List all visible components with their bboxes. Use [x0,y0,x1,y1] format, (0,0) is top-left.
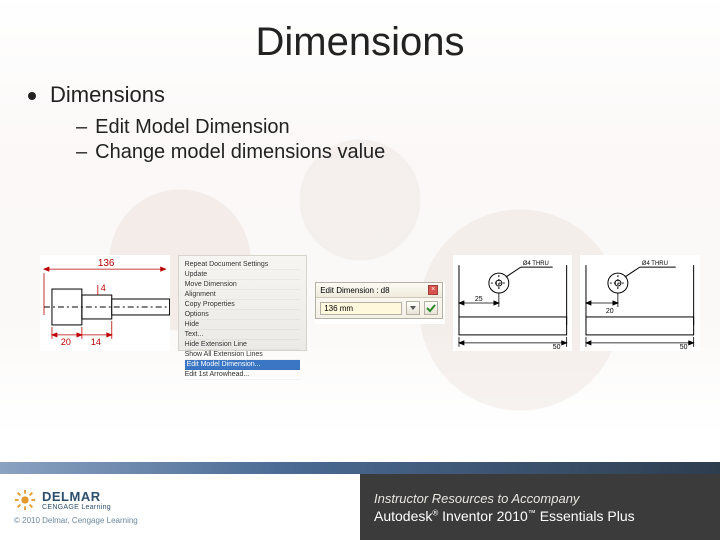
footer-right: Instructor Resources to Accompany Autode… [360,474,720,540]
dim-x-text: 20 [606,308,614,315]
reg-mark: ® [432,508,438,517]
dim-b2-text: 14 [91,337,101,347]
copyright-text: © 2010 Delmar, Cengage Learning [14,516,346,525]
figure-edit-dialog: Edit Dimension : d8 × [315,282,445,324]
footer-line2: Autodesk® Inventor 2010™ Essentials Plus [374,508,706,524]
menu-item[interactable]: Hide [185,320,301,330]
bullet-level1: Dimensions [28,82,692,108]
edit-dimension-dialog: Edit Dimension : d8 × [315,282,443,319]
dash-icon: – [76,141,87,164]
chevron-down-icon [408,303,418,313]
dim-top-text: 136 [98,258,115,269]
dim-w-text: 50 [552,344,560,351]
footer-left: DELMAR CENGAGE Learning © 2010 Delmar, C… [0,474,360,540]
menu-item[interactable]: Text... [185,330,301,340]
context-menu-list: Repeat Document Settings Update Move Dim… [179,256,307,384]
sub-bullet: – Edit Model Dimension [76,116,692,139]
autodesk-word: Autodesk [374,508,432,524]
check-icon [426,303,436,313]
sub-bullet-text: Change model dimensions value [95,141,385,164]
tm-mark: ™ [528,508,536,517]
menu-item[interactable]: Update [185,270,301,280]
thru-label: Ø4 THRU [523,261,549,267]
slide: Dimensions Dimensions – Edit Model Dimen… [0,0,720,540]
figure-part-drawing: 136 4 20 14 [40,255,170,351]
brand-name: DELMAR [42,489,111,504]
menu-item[interactable]: Alignment [185,290,301,300]
bullet-level1-text: Dimensions [50,82,165,108]
inventor-word: Inventor 2010 [442,508,528,524]
menu-item[interactable]: Hide Extension Line [185,340,301,350]
content-area: Dimensions – Edit Model Dimension – Chan… [28,82,692,166]
dim-x-text: 25 [475,296,483,303]
sub-bullet: – Change model dimensions value [76,141,692,164]
thru-label: Ø4 THRU [642,261,668,267]
brand-sub: CENGAGE Learning [42,504,111,511]
figures-row: 136 4 20 14 [40,248,700,358]
figure-drawing-after: Ø4 THRU 20 50 [580,255,700,351]
figure-drawing-before: Ø4 THRU 25 50 [453,255,573,351]
menu-item[interactable]: Move Dimension [185,280,301,290]
accept-button[interactable] [424,301,438,315]
menu-item[interactable]: Copy Properties [185,300,301,310]
footer: DELMAR CENGAGE Learning © 2010 Delmar, C… [0,474,720,540]
bullet-dot-icon [28,92,36,100]
sun-icon [14,489,36,511]
sub-bullets: – Edit Model Dimension – Change model di… [76,116,692,164]
dim-b1-text: 20 [61,337,71,347]
dim-h-text: 4 [101,283,106,293]
figure-context-menu: Repeat Document Settings Update Move Dim… [178,255,308,351]
menu-item[interactable]: Repeat Document Settings [185,260,301,270]
dialog-title: Edit Dimension : d8 [320,286,389,295]
dialog-header: Edit Dimension : d8 × [316,283,442,298]
menu-item[interactable]: Options [185,310,301,320]
sub-bullet-text: Edit Model Dimension [95,116,290,139]
footer-line1: Instructor Resources to Accompany [374,491,706,506]
delmar-text: DELMAR CENGAGE Learning [42,489,111,511]
menu-item[interactable]: Edit 1st Arrowhead... [185,370,301,380]
dim-w-text: 50 [680,344,688,351]
close-icon[interactable]: × [428,285,438,295]
slide-title: Dimensions [0,20,720,65]
footer-accent-bar [0,462,720,474]
menu-item[interactable]: Show All Extension Lines [185,350,301,360]
dialog-body [316,298,442,318]
menu-item-highlighted[interactable]: Edit Model Dimension... [185,360,301,370]
essentials-word: Essentials Plus [540,508,635,524]
dimension-value-input[interactable] [320,302,402,315]
delmar-logo: DELMAR CENGAGE Learning [14,489,346,511]
dropdown-button[interactable] [406,301,420,315]
dash-icon: – [76,116,87,139]
